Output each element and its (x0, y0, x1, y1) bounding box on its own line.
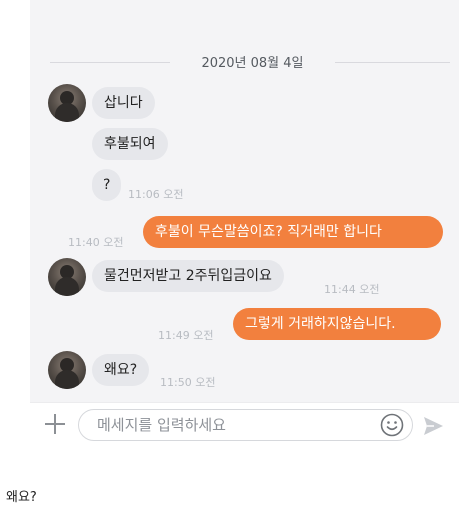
message-placeholder: 메세지를 입력하세요 (97, 416, 226, 434)
message-input[interactable]: 메세지를 입력하세요 (78, 409, 413, 441)
incoming-message: ? (92, 169, 122, 201)
message-time: 11:40 오전 (68, 236, 124, 249)
incoming-message: 물건먼저받고 2주뒤입금이요 (92, 260, 284, 292)
incoming-message: 후불되여 (92, 128, 168, 160)
smiley-icon[interactable] (380, 413, 404, 437)
outgoing-message: 후불이 무슨말씀이죠? 직거래만 합니다 (143, 216, 443, 248)
message-time: 11:49 오전 (158, 329, 214, 342)
send-icon[interactable] (422, 415, 444, 437)
divider-line (50, 62, 170, 63)
avatar[interactable] (48, 351, 86, 389)
chat-screenshot: 2020년 08월 4일 삽니다 후불되여 ? 11:06 오전 11:40 오… (30, 0, 459, 445)
avatar[interactable] (48, 258, 86, 296)
date-divider: 2020년 08월 4일 (50, 50, 450, 74)
date-label: 2020년 08월 4일 (201, 56, 304, 71)
divider-line (335, 62, 450, 63)
avatar[interactable] (48, 84, 86, 122)
incoming-message: 삽니다 (92, 87, 155, 119)
message-time: 11:44 오전 (324, 283, 380, 296)
incoming-message: 왜요? (92, 354, 150, 386)
message-time: 11:50 오전 (160, 376, 216, 389)
outgoing-message: 그렇게 거래하지않습니다. (233, 308, 441, 340)
message-composer: 메세지를 입력하세요 (30, 402, 459, 445)
caption-text: 왜요? (6, 490, 37, 505)
message-time: 11:06 오전 (128, 188, 184, 201)
plus-icon[interactable] (42, 411, 68, 437)
